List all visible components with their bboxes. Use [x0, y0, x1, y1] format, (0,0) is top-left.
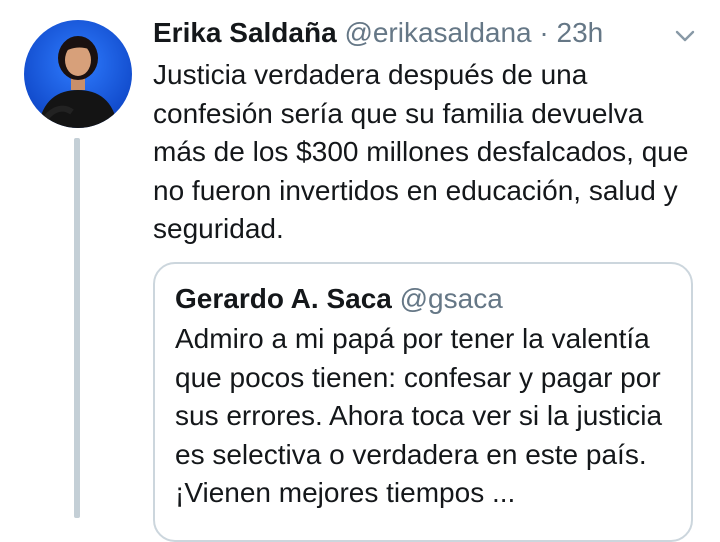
avatar[interactable]: [24, 20, 132, 128]
quoted-tweet-header: Gerardo A. Saca @gsaca: [175, 282, 503, 316]
thread-line: [74, 138, 80, 518]
tweet-text: Justicia verdadera después de una confes…: [153, 59, 689, 244]
chevron-down-icon[interactable]: [674, 28, 696, 44]
profile-photo: [24, 20, 132, 128]
author-handle[interactable]: @erikasaldana: [344, 17, 531, 48]
tweet-header: Erika Saldaña @erikasaldana · 23h: [153, 16, 603, 50]
quoted-tweet-card[interactable]: Gerardo A. Saca @gsaca Admiro a mi papá …: [153, 262, 693, 542]
separator: ·: [539, 17, 549, 48]
quoted-author-name: Gerardo A. Saca: [175, 283, 392, 314]
quoted-author-handle: @gsaca: [399, 283, 503, 314]
author-name[interactable]: Erika Saldaña: [153, 17, 337, 48]
timestamp[interactable]: 23h: [557, 17, 604, 48]
quoted-tweet-text: Admiro a mi papá por tener la valentía q…: [175, 323, 663, 508]
